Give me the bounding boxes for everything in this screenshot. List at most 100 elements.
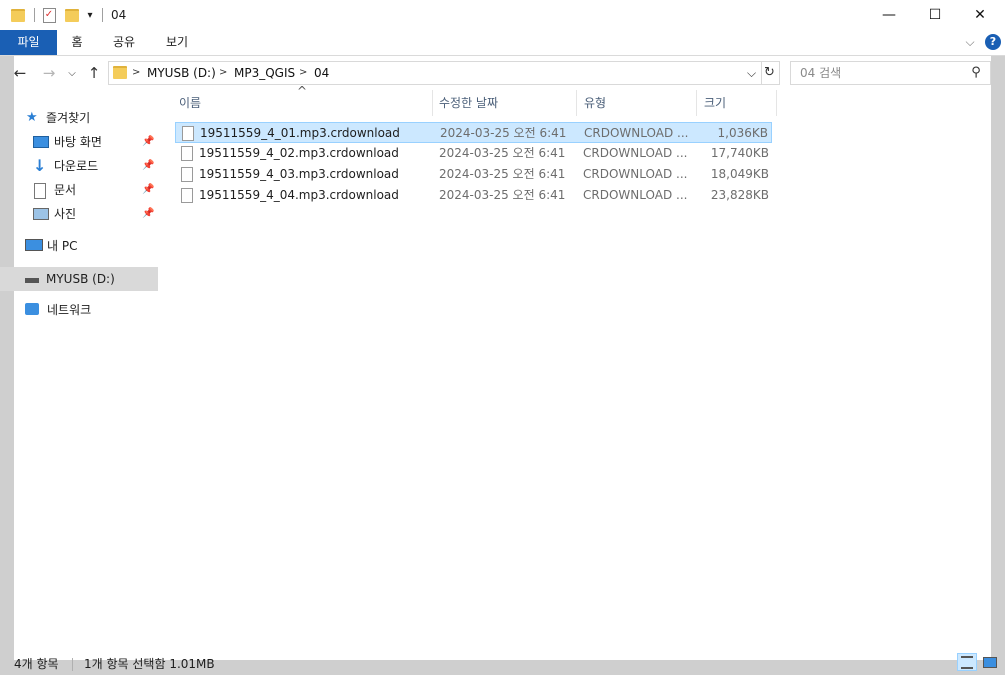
help-icon[interactable]: ? — [985, 34, 1001, 50]
pin-icon: 📌 — [142, 136, 155, 147]
sidebar-item-label: 다운로드 — [54, 159, 99, 173]
folder-icon — [113, 66, 127, 79]
file-icon — [182, 126, 194, 141]
recent-locations-chevron-icon[interactable]: ⌵ — [65, 62, 79, 84]
network-icon — [25, 303, 39, 315]
sidebar-item-label: 문서 — [54, 183, 77, 197]
sidebar-item-network[interactable]: 네트워크 — [14, 299, 158, 321]
sort-ascending-icon: ^ — [297, 84, 308, 98]
pictures-icon — [33, 208, 49, 220]
breadcrumb-folder[interactable]: MP3_QGIS — [234, 62, 295, 84]
breadcrumb-separator[interactable]: > — [299, 62, 307, 84]
folder-icon — [10, 6, 26, 24]
minimize-button[interactable]: — — [866, 0, 912, 30]
sidebar-item-label: 바탕 화면 — [54, 135, 102, 149]
column-header-modified[interactable]: 수정한 날짜 — [439, 90, 498, 116]
properties-icon[interactable]: ✓ — [41, 6, 57, 24]
file-name: 19511559_4_02.mp3.crdownload — [199, 146, 399, 160]
large-icons-view-icon[interactable] — [980, 653, 1000, 671]
ribbon-tabs: 파일 홈 공유 보기 ⌵ ? — [0, 30, 1005, 56]
back-arrow-icon[interactable]: ← — [10, 62, 30, 84]
pin-icon: 📌 — [142, 184, 155, 195]
address-dropdown-icon[interactable]: ⌵ — [747, 62, 756, 84]
sidebar-item-this-pc[interactable]: 내 PC — [14, 235, 158, 257]
file-name: 19511559_4_04.mp3.crdownload — [199, 188, 399, 202]
toolbar-separator — [100, 6, 104, 24]
file-type: CRDOWNLOAD ... — [583, 167, 688, 181]
pin-icon: 📌 — [142, 208, 155, 219]
column-divider[interactable] — [576, 90, 577, 116]
maximize-button[interactable]: ☐ — [912, 0, 958, 30]
address-divider — [761, 62, 762, 84]
column-divider[interactable] — [432, 90, 433, 116]
tab-home[interactable]: 홈 — [62, 30, 92, 55]
status-item-count: 4개 항목 — [14, 657, 59, 671]
forward-arrow-icon[interactable]: → — [39, 62, 59, 84]
sidebar-item-label: 네트워크 — [47, 303, 92, 317]
window-frame-left — [0, 0, 14, 675]
tab-view[interactable]: 보기 — [158, 30, 196, 55]
sidebar-item-label: MYUSB (D:) — [46, 272, 115, 286]
status-divider — [72, 658, 73, 671]
file-type: CRDOWNLOAD ... — [584, 126, 689, 140]
breadcrumb-current[interactable]: 04 — [314, 62, 329, 84]
file-type: CRDOWNLOAD ... — [583, 188, 688, 202]
breadcrumb-separator[interactable]: > — [132, 62, 140, 84]
file-icon — [181, 188, 193, 203]
refresh-icon[interactable]: ↻ — [764, 62, 775, 84]
window-frame-right — [991, 0, 1005, 675]
document-icon — [34, 183, 46, 199]
file-name: 19511559_4_03.mp3.crdownload — [199, 167, 399, 181]
file-name: 19511559_4_01.mp3.crdownload — [200, 126, 400, 140]
breadcrumb-drive[interactable]: MYUSB (D:) — [147, 62, 216, 84]
search-box[interactable]: 04 검색 ⚲ — [790, 61, 991, 85]
file-size: 1,036KB — [717, 126, 768, 140]
file-row[interactable]: 19511559_4_03.mp3.crdownload 2024-03-25 … — [175, 164, 772, 185]
column-header-type[interactable]: 유형 — [584, 90, 606, 116]
sidebar-item-label: 사진 — [54, 207, 77, 221]
up-arrow-icon[interactable]: ↑ — [84, 62, 104, 84]
sidebar-item-drive[interactable]: MYUSB (D:) — [0, 267, 158, 291]
address-bar[interactable]: > MYUSB (D:) > MP3_QGIS > 04 ⌵ ↻ — [108, 61, 780, 85]
search-icon[interactable]: ⚲ — [968, 65, 984, 81]
computer-icon — [25, 239, 43, 251]
sidebar-item-pictures[interactable]: 사진 📌 — [14, 203, 158, 225]
column-divider[interactable] — [776, 90, 777, 116]
file-icon — [181, 146, 193, 161]
sidebar-item-quick-access[interactable]: ★ 즐겨찾기 — [14, 107, 158, 129]
file-size: 17,740KB — [710, 146, 769, 160]
file-modified: 2024-03-25 오전 6:41 — [439, 167, 566, 181]
search-input[interactable]: 04 검색 — [800, 62, 841, 84]
download-icon: ↓ — [33, 156, 47, 175]
column-header-name[interactable]: 이름 — [179, 90, 201, 116]
details-view-icon[interactable] — [957, 653, 977, 671]
window-title: 04 — [111, 8, 127, 22]
breadcrumb-separator[interactable]: > — [219, 62, 227, 84]
tab-file[interactable]: 파일 — [0, 30, 57, 55]
tab-share[interactable]: 공유 — [105, 30, 143, 55]
file-row[interactable]: 19511559_4_02.mp3.crdownload 2024-03-25 … — [175, 143, 772, 164]
file-row[interactable]: 19511559_4_01.mp3.crdownload 2024-03-25 … — [175, 122, 772, 143]
file-size: 18,049KB — [710, 167, 769, 181]
status-selection: 1개 항목 선택함 1.01MB — [84, 657, 215, 671]
customize-toolbar-icon[interactable]: ▾ — [84, 6, 96, 24]
new-folder-icon[interactable] — [64, 6, 80, 24]
file-row[interactable]: 19511559_4_04.mp3.crdownload 2024-03-25 … — [175, 185, 772, 206]
sidebar-item-desktop[interactable]: 바탕 화면 📌 — [14, 131, 158, 153]
star-icon: ★ — [26, 110, 38, 125]
file-type: CRDOWNLOAD ... — [583, 146, 688, 160]
sidebar-item-label: 즐겨찾기 — [46, 111, 91, 125]
file-modified: 2024-03-25 오전 6:41 — [439, 146, 566, 160]
sidebar-item-downloads[interactable]: ↓ 다운로드 📌 — [14, 155, 158, 177]
file-modified: 2024-03-25 오전 6:41 — [439, 188, 566, 202]
close-button[interactable]: ✕ — [957, 0, 1003, 30]
desktop-icon — [33, 136, 49, 148]
toolbar-separator — [32, 6, 36, 24]
file-size: 23,828KB — [710, 188, 769, 202]
expand-ribbon-icon[interactable]: ⌵ — [962, 30, 978, 55]
sidebar-item-label: 내 PC — [47, 239, 78, 253]
column-header-size[interactable]: 크기 — [704, 90, 726, 116]
file-modified: 2024-03-25 오전 6:41 — [440, 126, 567, 140]
column-divider[interactable] — [696, 90, 697, 116]
sidebar-item-documents[interactable]: 문서 📌 — [14, 179, 158, 201]
